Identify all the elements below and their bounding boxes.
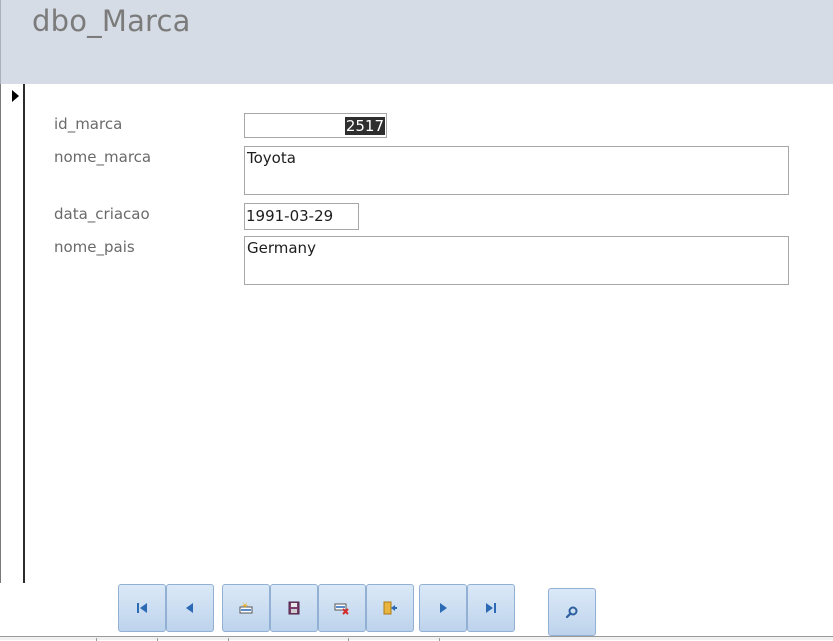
previous-record-icon bbox=[186, 603, 193, 613]
data-criacao-label: data_criacao bbox=[54, 205, 150, 223]
id-marca-field[interactable]: 2517 bbox=[244, 113, 387, 138]
nome-marca-field[interactable]: Toyota bbox=[244, 146, 789, 195]
search-button[interactable] bbox=[548, 588, 596, 636]
first-record-button[interactable] bbox=[118, 584, 166, 632]
save-icon bbox=[288, 601, 300, 615]
nome-marca-value: Toyota bbox=[247, 149, 296, 167]
navigation-bar bbox=[0, 583, 833, 640]
delete-record-button[interactable] bbox=[318, 584, 366, 632]
status-bar bbox=[0, 636, 833, 641]
data-criacao-value: 1991-03-29 bbox=[246, 207, 334, 225]
last-record-button[interactable] bbox=[467, 584, 515, 632]
next-record-button[interactable] bbox=[419, 584, 467, 632]
save-record-button[interactable] bbox=[270, 584, 318, 632]
new-record-icon bbox=[239, 602, 253, 614]
first-record-icon bbox=[137, 603, 147, 613]
nome-marca-label: nome_marca bbox=[54, 148, 152, 166]
nome-pais-field[interactable]: Germany bbox=[244, 236, 789, 285]
delete-record-icon bbox=[334, 603, 349, 615]
id-marca-value: 2517 bbox=[344, 117, 385, 135]
form-title: dbo_Marca bbox=[32, 4, 191, 38]
nome-pais-label: nome_pais bbox=[54, 238, 135, 256]
search-icon bbox=[565, 606, 578, 619]
current-record-arrow-icon bbox=[12, 90, 19, 102]
next-record-icon bbox=[440, 603, 447, 613]
previous-record-button[interactable] bbox=[166, 584, 214, 632]
form-header: dbo_Marca bbox=[0, 0, 833, 84]
id-marca-label: id_marca bbox=[54, 115, 123, 133]
new-record-button[interactable] bbox=[222, 584, 270, 632]
nome-pais-value: Germany bbox=[247, 239, 316, 257]
data-criacao-field[interactable]: 1991-03-29 bbox=[244, 203, 359, 230]
record-selector[interactable] bbox=[0, 84, 25, 583]
last-record-icon bbox=[486, 603, 496, 613]
exit-door-icon bbox=[383, 601, 397, 615]
close-form-button[interactable] bbox=[366, 584, 414, 632]
